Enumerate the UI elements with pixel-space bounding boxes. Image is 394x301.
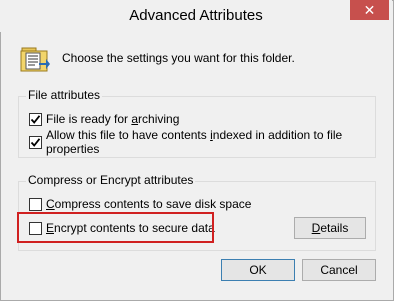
encrypt-highlight-box [17,212,214,243]
intro-text: Choose the settings you want for this fo… [62,51,295,65]
checkmark-icon [30,114,41,124]
advanced-attributes-dialog: Advanced Attributes ✕ Choose the setting… [0,0,394,301]
compress-encrypt-title: Compress or Encrypt attributes [26,173,196,187]
close-icon: ✕ [363,2,376,18]
title-bar[interactable]: Advanced Attributes ✕ [0,0,392,32]
details-button[interactable]: Details [294,217,366,239]
compress-checkbox-row[interactable]: Compress contents to save disk space [29,196,251,212]
cancel-button[interactable]: Cancel [302,259,376,281]
archive-checkbox[interactable] [29,112,42,126]
indexed-checkbox[interactable] [29,135,42,149]
indexed-label: Allow this file to have contents indexed… [46,128,343,156]
dialog-title: Advanced Attributes [129,7,263,24]
checkmark-icon [30,137,41,147]
close-button[interactable]: ✕ [350,0,389,20]
indexed-checkbox-row[interactable]: Allow this file to have contents indexed… [29,128,394,156]
compress-label: Compress contents to save disk space [46,197,252,211]
compress-checkbox[interactable] [29,197,42,211]
ok-button[interactable]: OK [221,259,295,281]
file-attributes-title: File attributes [26,88,103,102]
archive-label: File is ready for archiving [46,112,180,126]
archive-checkbox-row[interactable]: File is ready for archiving [29,111,179,127]
folder-settings-icon [19,45,51,75]
